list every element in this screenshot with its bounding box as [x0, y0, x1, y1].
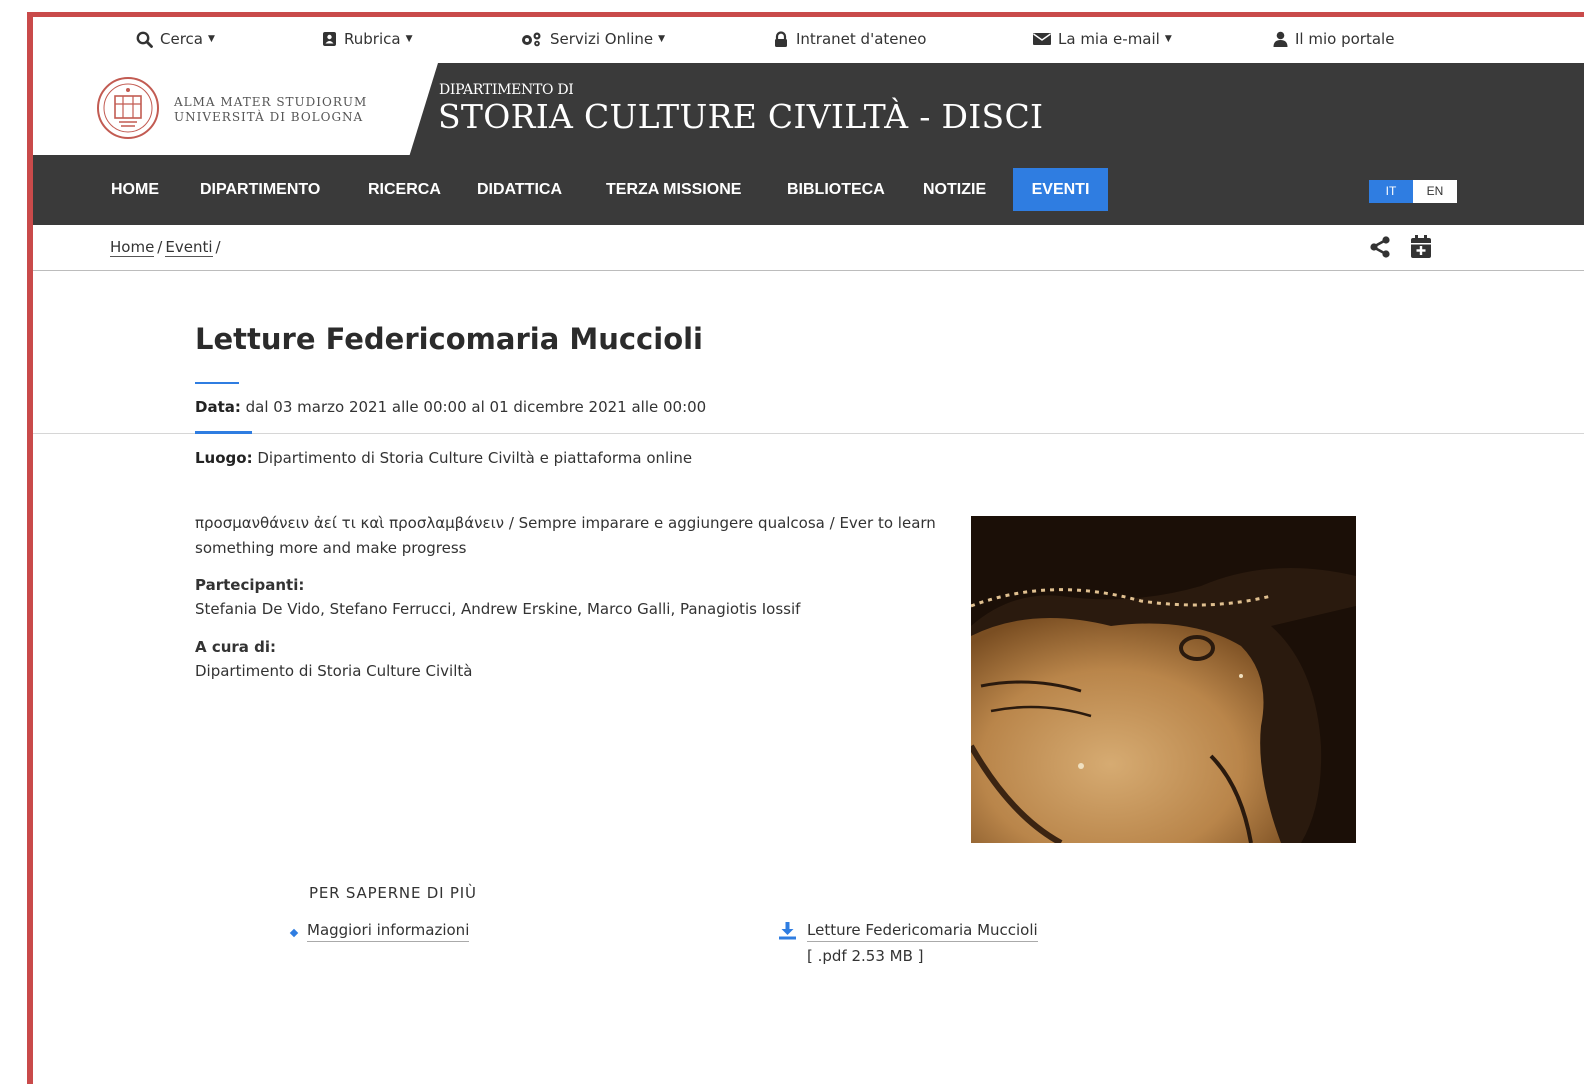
department-name[interactable]: STORIA CULTURE CIVILTÀ - DISCI	[438, 97, 1043, 136]
pdf-file-meta: [ .pdf 2.53 MB ]	[807, 947, 924, 965]
pdf-download-link[interactable]: Letture Federicomaria Muccioli	[807, 921, 1038, 942]
nav-item-notizie[interactable]: NOTIZIE	[906, 168, 1003, 211]
address-book-icon	[323, 32, 336, 46]
breadcrumb-bar: Home / Eventi /	[33, 225, 1584, 271]
nav-item-biblioteca[interactable]: BIBLIOTECA	[770, 168, 902, 211]
breadcrumb-separator: /	[215, 238, 221, 256]
breadcrumb-separator: /	[157, 238, 163, 256]
download-icon[interactable]	[778, 921, 797, 940]
university-name-line2: UNIVERSITÀ DI BOLOGNA	[174, 110, 364, 124]
participants-value: Stefania De Vido, Stefano Ferrucci, Andr…	[195, 600, 801, 618]
department-prefix: DIPARTIMENTO DI	[439, 82, 574, 98]
bullet-icon	[289, 928, 299, 938]
email-label: La mia e-mail	[1058, 30, 1160, 48]
event-date-label: Data:	[195, 398, 241, 416]
university-logo-block[interactable]: ALMA MATER STUDIORUM UNIVERSITÀ DI BOLOG…	[33, 63, 438, 155]
event-place: Luogo: Dipartimento di Storia Culture Ci…	[195, 449, 692, 467]
curated-by-label: A cura di:	[195, 638, 277, 656]
event-description: προσμανθάνειν ἀεί τι καὶ προσλαμβάνειν /…	[195, 514, 936, 557]
directory-menu[interactable]: Rubrica ▼	[322, 30, 412, 48]
university-name-line1: ALMA MATER STUDIORUM	[174, 95, 368, 109]
utility-bar: Cerca ▼ Rubrica ▼ Servizi Online ▼ Intra…	[33, 17, 1584, 63]
university-seal-logo	[97, 77, 159, 139]
language-switcher: IT EN	[1369, 180, 1457, 203]
portal-link[interactable]: Il mio portale	[1273, 30, 1394, 48]
directory-label: Rubrica	[344, 30, 401, 48]
nav-item-ricerca[interactable]: RICERCA	[351, 168, 458, 211]
intranet-label: Intranet d'ateneo	[796, 30, 927, 48]
user-icon	[1273, 31, 1288, 47]
caret-down-icon: ▼	[658, 34, 666, 44]
more-info-heading: PER SAPERNE DI PIÙ	[309, 884, 477, 902]
event-place-label: Luogo:	[195, 449, 253, 467]
search-label: Cerca	[160, 30, 203, 48]
nav-item-dipartimento[interactable]: DIPARTIMENTO	[183, 168, 337, 211]
page: Cerca ▼ Rubrica ▼ Servizi Online ▼ Intra…	[33, 17, 1584, 1084]
portal-label: Il mio portale	[1295, 30, 1395, 48]
event-date-value: dal 03 marzo 2021 alle 00:00 al 01 dicem…	[245, 398, 707, 416]
event-place-value: Dipartimento di Storia Culture Civiltà e…	[257, 449, 693, 467]
search-menu[interactable]: Cerca ▼	[136, 30, 215, 48]
caret-down-icon: ▼	[1164, 34, 1172, 44]
event-date: Data: dal 03 marzo 2021 alle 00:00 al 01…	[195, 398, 706, 416]
more-info-item: Maggiori informazioni	[289, 921, 470, 942]
meta-divider-accent	[195, 431, 252, 434]
email-menu[interactable]: La mia e-mail ▼	[1033, 30, 1172, 48]
lock-icon	[775, 30, 787, 47]
nav-item-terza-missione[interactable]: TERZA MISSIONE	[589, 168, 758, 211]
intranet-link[interactable]: Intranet d'ateneo	[773, 30, 926, 48]
nav-item-eventi[interactable]: EVENTI	[1013, 168, 1108, 211]
more-info-link[interactable]: Maggiori informazioni	[307, 921, 470, 942]
nav-item-didattica[interactable]: DIDATTICA	[460, 168, 579, 211]
envelope-icon	[1033, 33, 1051, 45]
site-header: ALMA MATER STUDIORUM UNIVERSITÀ DI BOLOG…	[33, 63, 1584, 155]
caret-down-icon: ▼	[405, 34, 413, 44]
nav-item-home[interactable]: HOME	[94, 168, 176, 211]
lang-it-button[interactable]: IT	[1369, 180, 1413, 203]
curated-by-value: Dipartimento di Storia Culture Civiltà	[195, 662, 473, 680]
breadcrumb-events-link[interactable]: Eventi	[165, 238, 213, 257]
online-services-label: Servizi Online	[550, 30, 654, 48]
title-divider	[195, 382, 239, 384]
main-nav: HOME DIPARTIMENTO RICERCA DIDATTICA TERZ…	[33, 155, 1584, 225]
event-image	[971, 516, 1356, 843]
lang-en-button[interactable]: EN	[1413, 180, 1457, 203]
event-title: Letture Federicomaria Muccioli	[195, 322, 703, 356]
caret-down-icon: ▼	[207, 34, 215, 44]
calendar-add-icon[interactable]	[1410, 235, 1432, 259]
pdf-download: Letture Federicomaria Muccioli	[778, 921, 1038, 942]
online-services-menu[interactable]: Servizi Online ▼	[519, 30, 665, 48]
search-icon	[136, 31, 153, 48]
university-name: ALMA MATER STUDIORUM UNIVERSITÀ DI BOLOG…	[174, 95, 367, 125]
participants-label: Partecipanti:	[195, 576, 305, 594]
gears-icon	[522, 32, 541, 47]
meta-divider	[33, 433, 1584, 434]
breadcrumb: Home / Eventi /	[110, 238, 224, 257]
share-icon[interactable]	[1368, 235, 1392, 259]
breadcrumb-home-link[interactable]: Home	[110, 238, 155, 257]
